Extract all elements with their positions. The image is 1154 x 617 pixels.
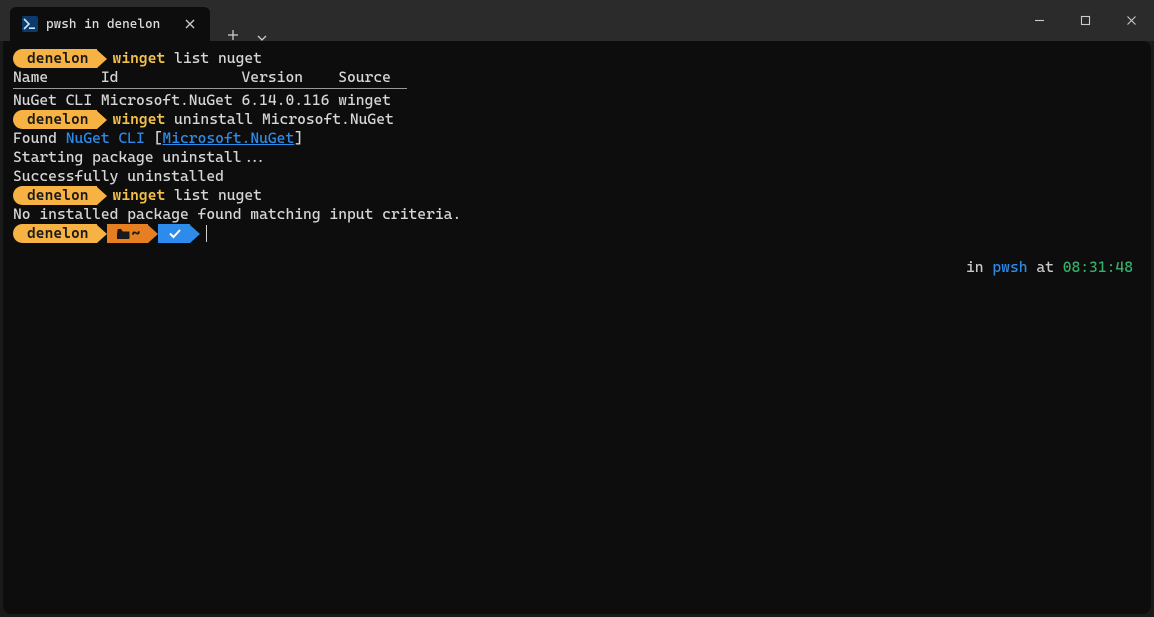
package-id: Microsoft.NuGet [162,129,294,148]
prompt-user-segment: denelon [13,110,97,129]
prompt-user: denelon [27,110,89,129]
tab-title: pwsh in denelon [46,17,172,32]
table-divider [13,88,407,89]
title-bar: pwsh in denelon [0,0,1154,41]
plus-icon [227,29,239,41]
tab-active[interactable]: pwsh in denelon [10,7,210,41]
command-args: uninstall Microsoft.NuGet [165,110,394,128]
prompt-separator-icon [97,187,107,205]
terminal-line: Starting package uninstall... [13,148,1141,167]
command-text: winget list nuget [113,186,262,205]
status-label-at: at [1028,258,1063,276]
prompt-separator-icon [97,50,107,68]
prompt-path-segment: ~ [107,224,149,243]
title-bar-drag-area[interactable] [274,0,1016,41]
tab-strip: pwsh in denelon [0,0,274,41]
table-header: Name Id Version Source [13,68,1141,87]
command-text: winget uninstall Microsoft.NuGet [113,110,394,129]
output-text: Found [13,129,66,148]
powershell-icon [22,16,38,32]
command-text: winget list nuget [113,49,262,68]
prompt-user-segment: denelon [13,186,97,205]
status-shell: pwsh [992,258,1027,276]
prompt-user: denelon [27,186,89,205]
prompt-path: ~ [132,224,141,243]
prompt-separator-icon [190,225,200,243]
terminal-line: denelon winget list nuget [13,49,1141,68]
command-args: list nuget [165,186,262,204]
status-time: 08:31:48 [1063,258,1133,276]
command-keyword: winget [113,49,166,67]
minimize-button[interactable] [1016,0,1062,41]
check-icon [168,228,182,239]
close-icon [185,19,195,29]
command-keyword: winget [113,186,166,204]
tab-close-button[interactable] [180,14,200,34]
folder-icon [117,228,130,239]
terminal-window: pwsh in denelon [0,0,1154,617]
prompt-separator-icon [97,111,107,129]
prompt-user-segment: denelon [13,224,97,243]
prompt-user: denelon [27,49,89,68]
terminal-line: Successfully uninstalled [13,167,1141,186]
prompt-separator-icon [148,225,158,243]
terminal-line: Found NuGet CLI [Microsoft.NuGet] [13,129,1141,148]
prompt-right-status: in pwsh at 08:31:48 [913,239,1133,296]
command-args: list nuget [165,49,262,67]
output-text: [ [145,129,163,148]
terminal-viewport[interactable]: denelon winget list nuget Name Id Versio… [3,41,1151,614]
maximize-icon [1080,15,1091,26]
minimize-icon [1034,15,1045,26]
prompt-user: denelon [27,224,89,243]
prompt-user-segment: denelon [13,49,97,68]
close-icon [1126,15,1137,26]
terminal-line: denelon winget uninstall Microsoft.NuGet [13,110,1141,129]
status-label-in: in [966,258,992,276]
maximize-button[interactable] [1062,0,1108,41]
terminal-line: No installed package found matching inpu… [13,205,1141,224]
terminal-cursor [206,225,207,242]
new-tab-button[interactable] [216,29,250,41]
table-row: NuGet CLI Microsoft.NuGet 6.14.0.116 win… [13,91,1141,110]
output-text: ] [294,129,303,148]
terminal-line: denelon winget list nuget [13,186,1141,205]
prompt-separator-icon [97,225,107,243]
prompt-status-segment [158,224,190,243]
close-window-button[interactable] [1108,0,1154,41]
window-controls [1016,0,1154,41]
package-name: NuGet CLI [66,129,145,148]
command-keyword: winget [113,110,166,128]
